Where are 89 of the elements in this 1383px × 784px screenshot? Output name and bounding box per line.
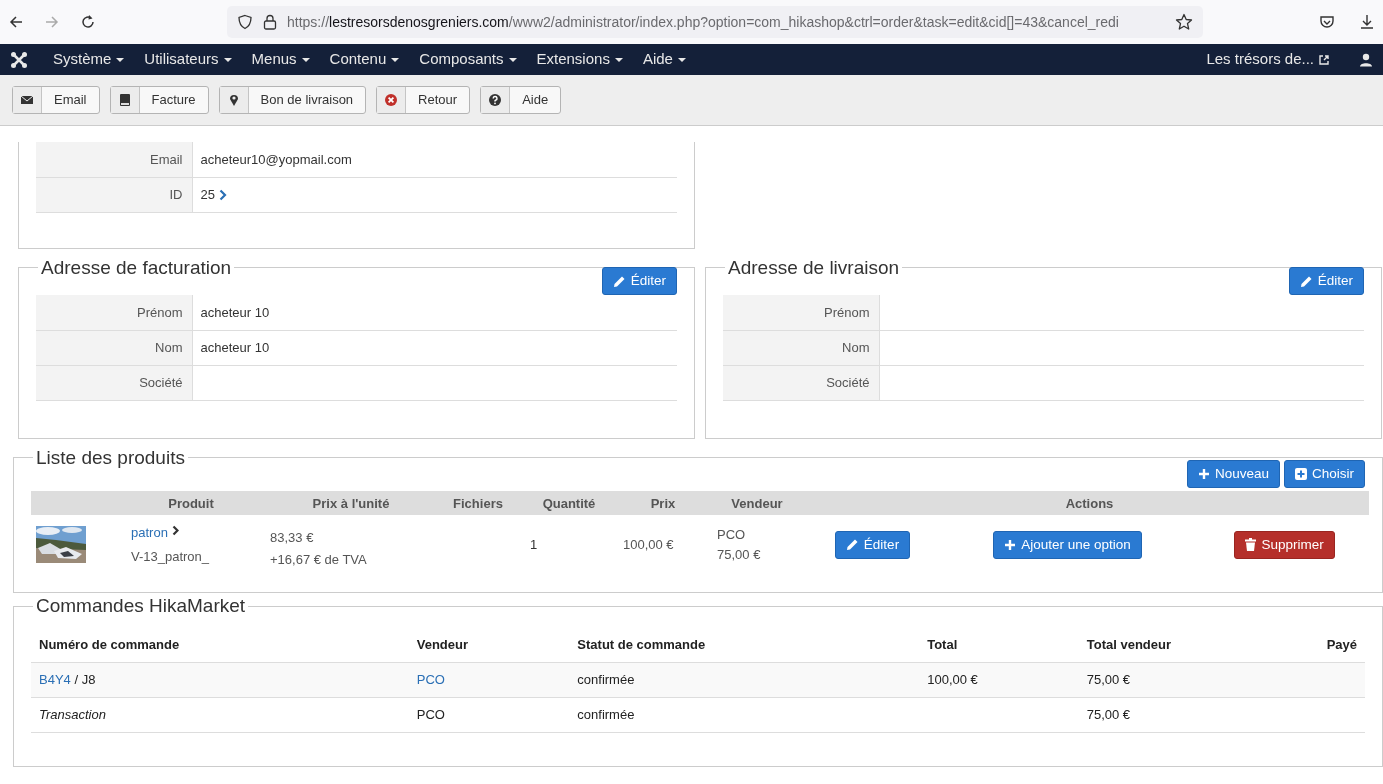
help-icon bbox=[488, 93, 503, 107]
section-title: Adresse de livraison bbox=[727, 256, 901, 280]
transaction-label: Transaction bbox=[39, 706, 106, 722]
lock-icon[interactable] bbox=[263, 14, 277, 30]
site-link[interactable]: Les trésors de... bbox=[1196, 48, 1339, 71]
trash-icon bbox=[1245, 538, 1257, 552]
toolbar-button[interactable]: Email bbox=[12, 86, 100, 114]
vendor-name: PCO bbox=[416, 706, 445, 722]
section-title: Commandes HikaMarket bbox=[35, 595, 247, 619]
reload-icon[interactable] bbox=[80, 14, 96, 30]
column-header: Vendeur bbox=[731, 495, 783, 511]
column-header: Statut de commande bbox=[577, 637, 706, 653]
field-label: Prénom bbox=[36, 295, 192, 331]
vendor-name: PCO bbox=[717, 526, 747, 545]
menu-item[interactable]: Système bbox=[43, 48, 135, 71]
star-icon[interactable] bbox=[1175, 13, 1193, 31]
plus-icon bbox=[1004, 538, 1017, 551]
product-link[interactable]: patron bbox=[131, 523, 168, 543]
field-label: Société bbox=[36, 365, 192, 401]
toolbar-button[interactable]: Facture bbox=[109, 86, 209, 114]
total-amount: 100,00 € bbox=[927, 671, 978, 687]
field-label: Email bbox=[36, 142, 192, 177]
price-value: 100,00 € bbox=[623, 537, 674, 553]
vendor-total: 75,00 € bbox=[1086, 671, 1131, 687]
order-status: confirmée bbox=[577, 671, 635, 687]
column-header: Total vendeur bbox=[1086, 637, 1171, 653]
menu-item[interactable]: Menus bbox=[241, 48, 320, 71]
field-label: ID bbox=[36, 177, 192, 212]
field-label: Nom bbox=[723, 330, 879, 366]
column-header: Fichiers bbox=[453, 495, 503, 511]
section-title: Adresse de facturation bbox=[40, 256, 233, 280]
book-icon bbox=[117, 93, 132, 107]
field-value: acheteur 10 bbox=[200, 304, 270, 320]
edit-button[interactable]: Éditer bbox=[601, 267, 677, 296]
logo-icon[interactable] bbox=[10, 50, 28, 69]
field-value: acheteur 10 bbox=[200, 340, 270, 356]
quantity-value: 1 bbox=[530, 537, 538, 553]
vendor-total: 75,00 € bbox=[1086, 706, 1131, 722]
menu-item[interactable]: Contenu bbox=[319, 48, 410, 71]
add-option-button[interactable]: Ajouter une option bbox=[993, 530, 1142, 559]
order-status: confirmée bbox=[577, 706, 635, 722]
field-label: Société bbox=[723, 365, 879, 401]
column-header: Vendeur bbox=[416, 637, 469, 653]
field-label: Prénom bbox=[723, 295, 879, 331]
menu-item[interactable]: Aide bbox=[632, 48, 696, 71]
column-header: Numéro de commande bbox=[39, 637, 180, 653]
field-value: 25 bbox=[200, 186, 215, 202]
unit-price: 83,33 € bbox=[270, 529, 315, 548]
pencil-icon bbox=[1299, 274, 1313, 288]
column-header: Quantité bbox=[542, 495, 596, 511]
column-header: Prix à l'unité bbox=[312, 495, 390, 511]
menu-item[interactable]: Utilisateurs bbox=[134, 48, 242, 71]
toolbar-button[interactable]: Nouveau bbox=[1186, 460, 1280, 489]
tax-amount: +16,67 € de TVA bbox=[270, 550, 368, 569]
edit-button[interactable]: Éditer bbox=[834, 530, 911, 559]
column-header: Prix bbox=[650, 495, 676, 511]
toolbar-button[interactable]: Retour bbox=[376, 86, 471, 114]
sub-order-number: / J8 bbox=[73, 671, 96, 687]
edit-button[interactable]: Éditer bbox=[1288, 267, 1364, 296]
shield-icon[interactable] bbox=[237, 14, 253, 30]
toolbar-button[interactable]: Bon de livraison bbox=[218, 86, 367, 114]
plus-icon bbox=[1197, 468, 1210, 481]
external-link-icon[interactable] bbox=[1319, 54, 1329, 65]
pencil-icon bbox=[612, 274, 626, 288]
back-icon[interactable] bbox=[8, 14, 24, 30]
column-header: Actions bbox=[1065, 495, 1114, 511]
column-header: Produit bbox=[168, 495, 214, 511]
user-icon[interactable] bbox=[1359, 52, 1373, 67]
menu-item[interactable]: Composants bbox=[409, 48, 527, 71]
envelope-icon bbox=[20, 93, 34, 107]
product-code: V-13_patron_ bbox=[131, 547, 211, 566]
toolbar-button[interactable]: Choisir bbox=[1284, 460, 1365, 489]
chevron-right-icon[interactable] bbox=[171, 524, 179, 536]
plus-square-icon bbox=[1295, 468, 1307, 481]
field-value: acheteur10@yopmail.com bbox=[200, 151, 352, 167]
column-header: Total bbox=[927, 637, 958, 653]
cancel-icon bbox=[384, 93, 399, 107]
vendor-link[interactable]: PCO bbox=[416, 671, 445, 687]
column-header: Payé bbox=[1326, 637, 1357, 653]
section-title: Liste des produits bbox=[35, 446, 186, 470]
download-icon[interactable] bbox=[1359, 14, 1375, 30]
pencil-icon bbox=[845, 538, 859, 552]
menu-item[interactable]: Extensions bbox=[526, 48, 633, 71]
vendor-amount: 75,00 € bbox=[717, 545, 762, 564]
field-label: Nom bbox=[36, 330, 192, 366]
pocket-icon[interactable] bbox=[1319, 14, 1335, 30]
order-link[interactable]: B4Y4 bbox=[39, 671, 71, 687]
delete-button[interactable]: Supprimer bbox=[1234, 530, 1335, 559]
toolbar-button[interactable]: Aide bbox=[480, 86, 562, 114]
